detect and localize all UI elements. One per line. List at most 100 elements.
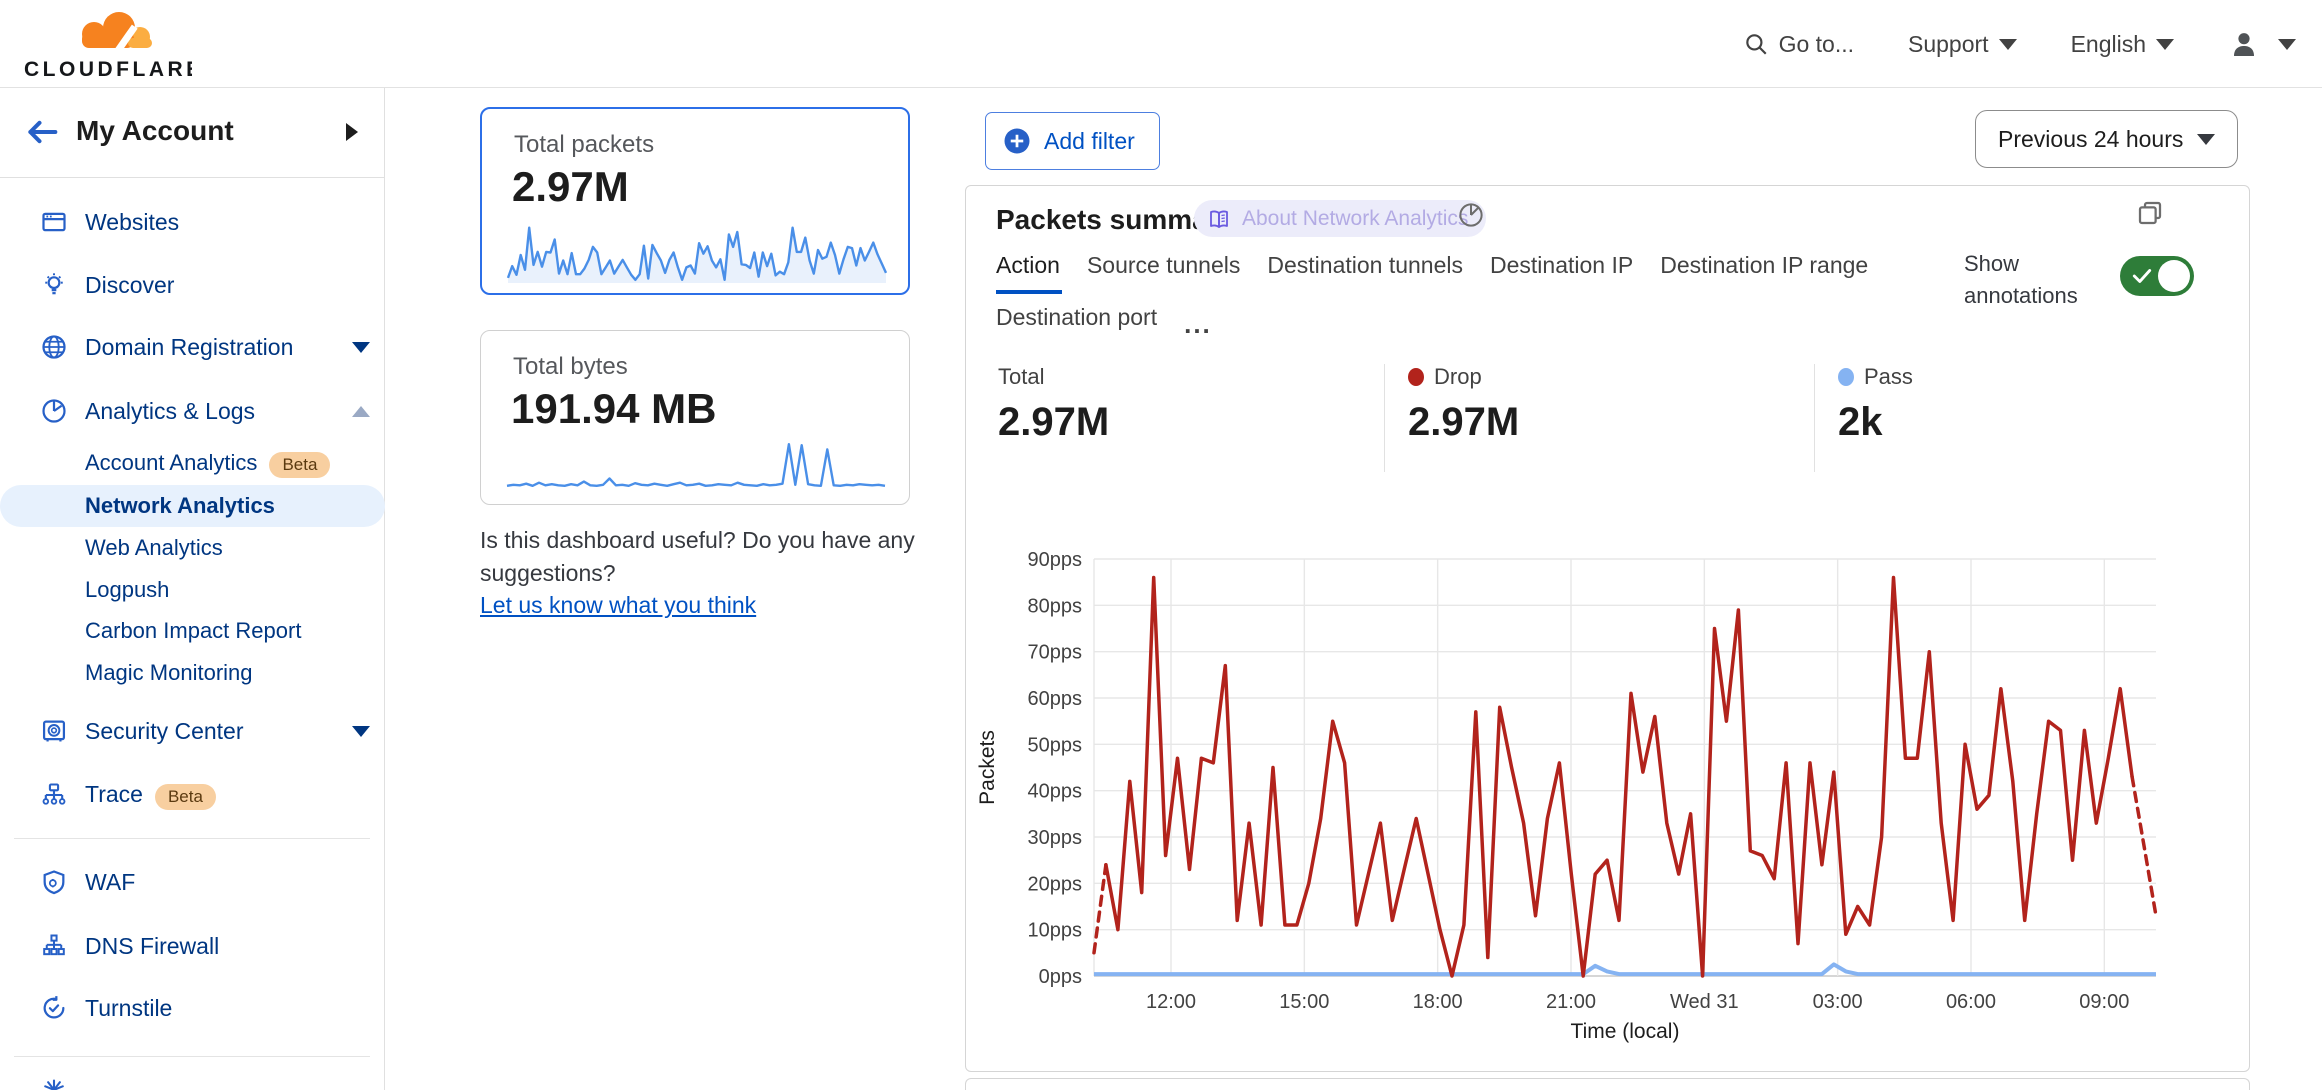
user-menu[interactable] [2228,28,2296,60]
cloudflare-dashboard: CLOUDFLARE Go to... Support English [0,0,2322,1090]
total-packets-card[interactable]: Total packets 2.97M [480,107,910,295]
sidebar-item-label: Security Center [85,718,244,745]
sidebar-item-security-center[interactable]: Security Center [0,707,385,755]
total-packets-value: 2.97M [512,163,629,211]
svg-text:30pps: 30pps [1028,827,1083,849]
sidebar-item-dns-firewall[interactable]: DNS Firewall [0,922,385,970]
add-filter-button[interactable]: Add filter [985,112,1160,170]
sidebar-item-label: Carbon Impact Report [85,618,301,644]
sidebar-item-waf[interactable]: WAF [0,858,385,906]
svg-text:Packets: Packets [976,730,999,805]
topbar: CLOUDFLARE Go to... Support English [0,0,2322,88]
toggle-knob [2158,260,2190,292]
support-label: Support [1908,31,1989,58]
svg-text:20pps: 20pps [1028,873,1083,895]
about-network-analytics-pill[interactable]: About Network Analytics [1194,200,1486,237]
tab-source-tunnels[interactable]: Source tunnels [1087,252,1240,291]
total-bytes-card[interactable]: Total bytes 191.94 MB [480,330,910,505]
sidebar-item-discover[interactable]: Discover [0,261,385,309]
tab-destination-tunnels[interactable]: Destination tunnels [1267,252,1463,291]
more-tabs-button[interactable]: ... [1184,319,1212,329]
sidebar-divider [14,1056,370,1057]
globe-icon [40,333,68,361]
chevron-down-icon [2197,134,2215,145]
drop-series-dot [1408,368,1424,386]
back-arrow-icon[interactable] [22,112,62,157]
chevron-right-icon[interactable] [342,120,362,149]
packets-chart-svg: 0pps10pps20pps30pps40pps50pps60pps70pps8… [976,541,2246,1051]
language-menu[interactable]: English [2071,31,2174,58]
sidebar-item-label: TraceBeta [85,781,216,810]
sidebar-item-analytics-logs[interactable]: Analytics & Logs [0,387,385,435]
goto-label: Go to... [1779,31,1854,58]
stat-drop-value: 2.97M [1408,400,1519,445]
refresh-check-icon [40,994,68,1022]
feedback-link[interactable]: Let us know what you think [480,592,756,618]
sidebar-item-websites[interactable]: Websites [0,198,385,246]
sidebar-item-label: Network Analytics [85,493,275,519]
pie-chart-icon[interactable] [1456,200,1486,230]
sidebar-item-label: Logpush [85,577,169,603]
packets-line-chart: 0pps10pps20pps30pps40pps50pps60pps70pps8… [976,541,2246,1051]
tab-destination-ip[interactable]: Destination IP [1490,252,1633,291]
sidebar-item-network-analytics[interactable]: Network Analytics [0,485,385,527]
next-panel-partial [965,1078,2250,1090]
total-bytes-label: Total bytes [513,353,628,381]
sidebar-item-trace[interactable]: TraceBeta [0,771,385,819]
sidebar: My Account Websites Discover Domain Regi… [0,88,385,1090]
beta-badge: Beta [155,784,216,810]
trace-icon [40,781,68,809]
language-label: English [2071,31,2146,58]
svg-text:0pps: 0pps [1039,966,1082,988]
svg-text:18:00: 18:00 [1413,991,1463,1013]
stat-pass: Pass 2k [1838,364,1913,445]
chevron-down-icon [352,342,370,353]
sidebar-item-domain-registration[interactable]: Domain Registration [0,323,385,371]
ip-addresses-icon[interactable] [40,1076,68,1090]
show-annotations-toggle[interactable] [2120,256,2194,296]
user-icon [2228,28,2260,60]
dimension-tabs-row2: Destination port ... [996,304,1212,343]
time-range-dropdown[interactable]: Previous 24 hours [1975,110,2238,168]
sidebar-item-label: Magic Monitoring [85,660,253,686]
chevron-down-icon [352,726,370,737]
chevron-up-icon [352,406,370,417]
stat-pass-label: Pass [1864,364,1913,390]
cloudflare-logo[interactable]: CLOUDFLARE [22,6,192,82]
dimension-tabs: Action Source tunnels Destination tunnel… [996,252,1868,291]
tab-destination-port[interactable]: Destination port [996,304,1157,343]
sidebar-item-carbon-impact-report[interactable]: Carbon Impact Report [0,611,385,651]
svg-text:06:00: 06:00 [1946,991,1996,1013]
tab-action[interactable]: Action [996,252,1060,291]
support-menu[interactable]: Support [1908,31,2017,58]
svg-text:10pps: 10pps [1028,920,1083,942]
sidebar-item-magic-monitoring[interactable]: Magic Monitoring [0,653,385,693]
stats-divider [1814,364,1815,472]
tab-destination-ip-range[interactable]: Destination IP range [1660,252,1868,291]
search-icon [1743,31,1769,57]
duplicate-icon[interactable] [2135,198,2165,228]
sidebar-item-account-analytics[interactable]: Account AnalyticsBeta [0,444,385,484]
stat-drop-label: Drop [1434,364,1482,390]
total-packets-label: Total packets [514,131,654,159]
sidebar-item-web-analytics[interactable]: Web Analytics [0,528,385,568]
about-pill-label: About Network Analytics [1242,207,1468,231]
svg-text:21:00: 21:00 [1546,991,1596,1013]
total-bytes-sparkline [503,433,889,495]
active-tab-underline [996,290,1062,294]
sidebar-item-turnstile[interactable]: Turnstile [0,984,385,1032]
packets-summary-panel: Packets summary About Network Analytics … [965,185,2250,1072]
sidebar-item-logpush[interactable]: Logpush [0,570,385,610]
pass-series-dot [1838,368,1854,386]
beta-badge: Beta [269,452,330,478]
sidebar-item-label: Websites [85,209,179,236]
goto-search[interactable]: Go to... [1743,31,1854,58]
sidebar-item-label: Web Analytics [85,535,223,561]
sidebar-item-label: Domain Registration [85,334,293,361]
time-range-label: Previous 24 hours [1998,126,2183,153]
show-annotations-label: Show annotations [1964,248,2099,312]
book-icon [1207,207,1231,231]
svg-text:Wed 31: Wed 31 [1670,991,1739,1013]
lightbulb-icon [40,271,68,299]
chevron-down-icon [2156,39,2174,50]
